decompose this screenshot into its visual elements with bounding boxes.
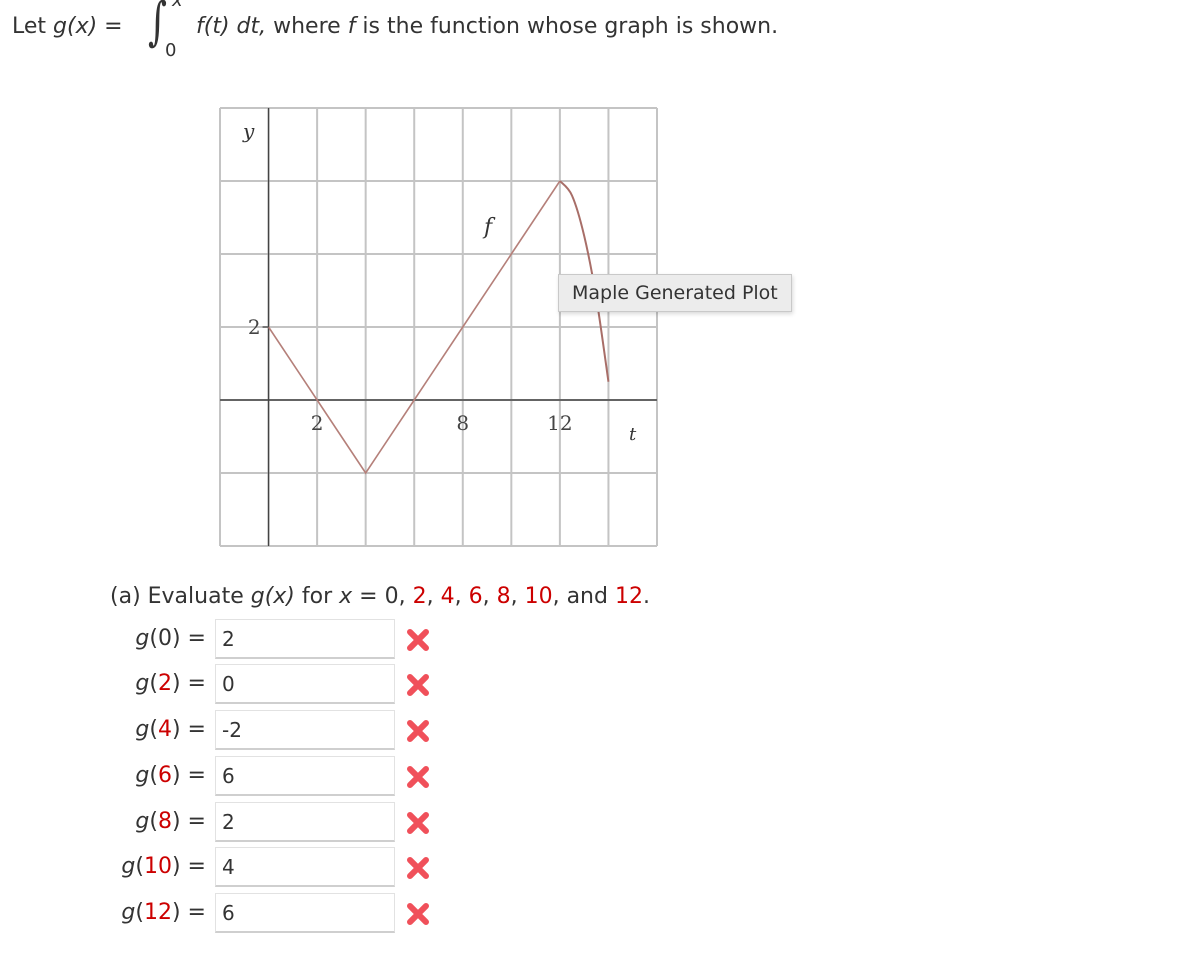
g-symbol: g	[135, 626, 150, 651]
question-a: (a) Evaluate g(x) for x = 0, 2, 4, 6, 8,…	[110, 584, 650, 609]
question-eq: = 0,	[352, 584, 413, 609]
y-axis-label: y	[242, 119, 255, 143]
answer-row-g0: g(0) =	[0, 618, 460, 660]
incorrect-x-icon	[407, 629, 429, 651]
x-axis-label: t	[629, 424, 637, 445]
incorrect-x-icon	[407, 857, 429, 879]
incorrect-x-icon	[407, 674, 429, 696]
question-for: for	[294, 584, 340, 609]
answer-row-g8: g(8) =	[0, 801, 460, 843]
answer-row-g6: g(6) =	[0, 755, 460, 797]
g-symbol: g	[121, 854, 136, 879]
x-tick-label: 2	[311, 411, 324, 435]
prompt-lead: Let	[12, 14, 54, 39]
answer-arg: 12	[143, 900, 172, 925]
incorrect-x-icon	[407, 903, 429, 925]
answer-row-g4: g(4) =	[0, 709, 460, 751]
curve-label-f: f	[482, 215, 496, 240]
answer-arg: 6	[157, 763, 172, 788]
plot-tooltip: Maple Generated Plot	[558, 274, 792, 312]
grid	[219, 107, 658, 547]
question-end: .	[642, 584, 650, 609]
prompt-text-2: is the function whose graph is shown.	[355, 14, 779, 39]
answer-input-g6[interactable]	[215, 756, 395, 796]
question-val: 8	[496, 584, 511, 609]
equals-sign: =	[97, 14, 123, 39]
question-val: 6	[468, 584, 483, 609]
answer-arg: 0	[157, 626, 172, 651]
answer-label: g(6) =	[135, 763, 206, 788]
y-tick-label: 2	[248, 315, 261, 339]
answer-label: g(8) =	[135, 809, 206, 834]
problem-statement-rest: f(t) dt, where f is the function whose g…	[196, 14, 778, 39]
g-symbol: g	[135, 671, 150, 696]
question-x: x	[339, 584, 353, 609]
curve-f-descending-segment	[559, 180, 610, 382]
integral-symbol: ∫ x 0	[142, 0, 202, 74]
labels: y t f 2 8 12 2	[242, 119, 637, 445]
problem-statement: Let g(x) =	[12, 14, 123, 39]
g-symbol: g	[121, 900, 136, 925]
g-symbol: g	[135, 809, 150, 834]
answer-arg: 2	[157, 671, 172, 696]
question-g: g	[250, 584, 265, 609]
answer-label: g(10) =	[121, 854, 206, 879]
answer-input-g12[interactable]	[215, 893, 395, 933]
incorrect-x-icon	[407, 766, 429, 788]
answer-input-g2[interactable]	[215, 664, 395, 704]
incorrect-x-icon	[407, 812, 429, 834]
x-tick-label: 8	[456, 411, 469, 435]
integrand: f(t) dt,	[196, 14, 267, 39]
curve-f	[267, 180, 610, 475]
integral-upper-limit: x	[172, 0, 183, 11]
answer-input-g0[interactable]	[215, 619, 395, 659]
question-val: 10	[524, 584, 553, 609]
answer-arg: 4	[157, 717, 172, 742]
question-val-last: 12	[614, 584, 643, 609]
answer-row-g12: g(12) =	[0, 892, 460, 934]
prompt-text-1: where	[266, 14, 348, 39]
axes	[220, 108, 657, 546]
answer-arg: 10	[143, 854, 172, 879]
answer-label: g(0) =	[135, 626, 206, 651]
answer-input-g4[interactable]	[215, 710, 395, 750]
x-tick-label: 12	[547, 411, 572, 435]
question-lead: (a) Evaluate	[110, 584, 251, 609]
g-function-name: g	[53, 14, 67, 39]
answer-label: g(12) =	[121, 900, 206, 925]
answer-input-g10[interactable]	[215, 847, 395, 887]
g-function-arg: (x)	[67, 14, 98, 39]
g-symbol: g	[135, 717, 150, 742]
question-and: and	[566, 584, 615, 609]
integral-lower-limit: 0	[165, 40, 177, 61]
answer-row-g2: g(2) =	[0, 663, 460, 705]
answer-arg: 8	[157, 809, 172, 834]
answer-input-g8[interactable]	[215, 802, 395, 842]
g-symbol: g	[135, 763, 150, 788]
answer-row-g10: g(10) =	[0, 846, 460, 888]
question-val: 2	[412, 584, 427, 609]
answer-label: g(4) =	[135, 717, 206, 742]
question-gx: (x)	[264, 584, 295, 609]
question-val: 4	[440, 584, 455, 609]
answer-label: g(2) =	[135, 671, 206, 696]
incorrect-x-icon	[407, 720, 429, 742]
curve-f-linear-segment	[267, 180, 561, 475]
